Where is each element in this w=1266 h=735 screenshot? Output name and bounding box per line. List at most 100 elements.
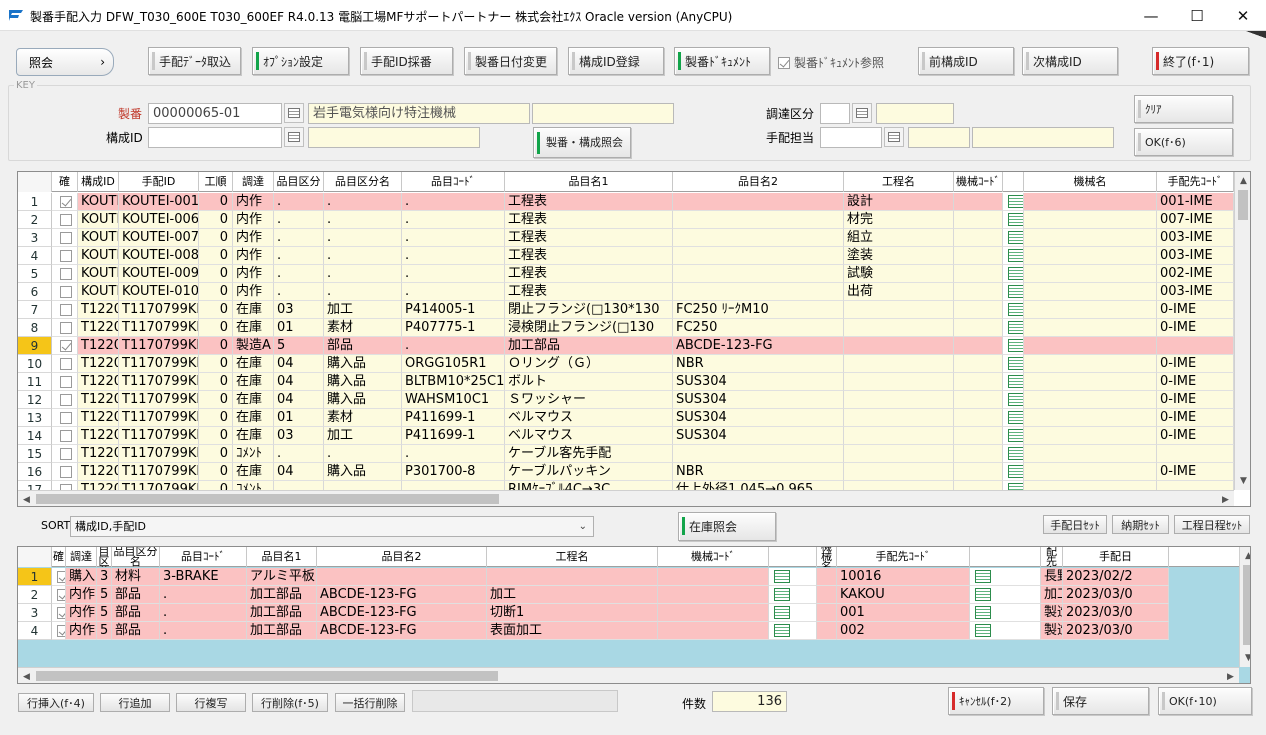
machine-lookup-icon[interactable] [1008,303,1023,316]
row-number[interactable]: 5 [18,265,52,283]
machine-lookup-icon[interactable] [1008,375,1023,388]
column-header[interactable]: 構成ID [78,172,119,192]
scroll2-down-icon[interactable]: ▼ [1240,649,1250,666]
row-number[interactable]: 3 [18,604,52,622]
scroll2-left-icon[interactable]: ◀ [18,668,35,683]
column-header[interactable]: 工程名 [844,172,954,192]
table-cell[interactable] [769,586,817,604]
table-cell[interactable] [52,445,78,463]
prev-structure-button[interactable]: 前構成ID [918,47,1014,75]
scroll-down-icon[interactable]: ▼ [1235,472,1250,489]
table-cell[interactable] [52,337,78,355]
machine-lookup-icon[interactable] [1008,447,1023,460]
table-cell[interactable] [52,391,78,409]
inquiry-button[interactable]: 照会 › [16,48,114,76]
row-checkbox[interactable] [57,571,65,583]
table-cell[interactable] [52,319,78,337]
row-number[interactable]: 10 [18,355,52,373]
table-cell[interactable] [970,568,1041,586]
grid2-horizontal-scrollbar[interactable]: ◀ ▶ [18,667,1239,683]
column-header[interactable]: 機械名 [817,547,837,567]
table-cell[interactable] [52,301,78,319]
table-cell[interactable] [1003,463,1024,481]
machine-lookup-icon[interactable] [774,588,790,601]
table-cell[interactable] [1003,265,1024,283]
scroll2-up-icon[interactable]: ▲ [1240,547,1250,564]
machine-lookup-icon[interactable] [1008,393,1023,406]
row-checkbox[interactable] [60,358,72,370]
table-cell[interactable] [52,229,78,247]
delete-row-button[interactable]: 行削除(f･5) [252,693,328,712]
row-number[interactable]: 13 [18,409,52,427]
column-header[interactable]: 手配日 [1063,547,1169,567]
table-cell[interactable] [52,355,78,373]
column-header[interactable] [1003,172,1024,192]
row-checkbox[interactable] [60,268,72,280]
options-button[interactable]: ｵﾌﾟｼｮﾝ設定 [252,47,349,75]
table-cell[interactable] [1003,373,1024,391]
column-header[interactable]: 機械名 [1024,172,1157,192]
table-cell[interactable] [52,463,78,481]
row-number[interactable]: 1 [18,193,52,211]
document-ref-checkbox[interactable]: 製番ﾄﾞｷｭﾒﾝﾄ参照 [778,54,884,71]
table-cell[interactable] [769,622,817,640]
row-checkbox[interactable] [60,430,72,442]
table-cell[interactable] [769,604,817,622]
seiban-picker-icon[interactable] [284,103,304,123]
table-cell[interactable] [52,409,78,427]
procurement-input[interactable] [820,103,850,124]
person-picker-icon[interactable] [884,127,904,147]
row-number[interactable]: 14 [18,427,52,445]
row-checkbox[interactable] [60,196,72,208]
hscroll-thumb[interactable] [36,494,499,504]
structure-input[interactable] [148,127,282,148]
column-header[interactable]: 品目名1 [247,547,317,567]
row-number[interactable]: 2 [18,586,52,604]
table-cell[interactable] [1003,409,1024,427]
machine-lookup-icon[interactable] [1008,321,1023,334]
machine-lookup-icon[interactable] [1008,267,1023,280]
next-structure-button[interactable]: 次構成ID [1022,47,1118,75]
row-checkbox[interactable] [60,322,72,334]
machine-lookup-icon[interactable] [1008,411,1023,424]
sort-select[interactable]: 構成ID,手配ID ⌄ [70,516,594,537]
column-header[interactable] [970,547,1041,567]
id-issue-button[interactable]: 手配ID採番 [360,47,453,75]
row-checkbox[interactable] [57,625,65,637]
copy-row-button[interactable]: 行複写 [176,693,246,712]
table-cell[interactable] [1003,391,1024,409]
column-header[interactable]: 品目名1 [505,172,673,192]
row-number[interactable]: 3 [18,229,52,247]
row-number[interactable]: 7 [18,301,52,319]
table-cell[interactable] [1003,355,1024,373]
row-number[interactable]: 1 [18,568,52,586]
bulk-delete-button[interactable]: 一括行削除 [335,693,405,712]
column-header[interactable]: 調達 [66,547,97,567]
row-checkbox[interactable] [60,340,72,352]
grid2-vertical-scrollbar[interactable]: ▲ ▼ [1239,547,1250,667]
delivery-set-button[interactable]: 納期ｾｯﾄ [1112,515,1169,534]
table-cell[interactable] [1003,445,1024,463]
row-number[interactable]: 15 [18,445,52,463]
machine-lookup-icon[interactable] [1008,357,1023,370]
scroll2-right-icon[interactable]: ▶ [1222,668,1239,683]
table-cell[interactable] [970,622,1041,640]
machine-lookup-icon[interactable] [774,624,790,637]
structure-picker-icon[interactable] [284,127,304,147]
row-number[interactable]: 8 [18,319,52,337]
column-header[interactable]: 品目ｺｰﾄﾞ [402,172,505,192]
add-row-button[interactable]: 行追加 [100,693,170,712]
row-number[interactable]: 4 [18,247,52,265]
machine-lookup-icon[interactable] [774,570,790,583]
stock-inquiry-button[interactable]: 在庫照会 [678,512,776,541]
row-checkbox[interactable] [60,304,72,316]
row-checkbox[interactable] [60,448,72,460]
scroll-thumb[interactable] [1238,190,1248,220]
column-header[interactable]: 手配ID [119,172,199,192]
table-cell[interactable] [970,604,1041,622]
column-header[interactable]: 工程名 [487,547,658,567]
machine-lookup-icon[interactable] [1008,195,1023,208]
machine-lookup-icon[interactable] [1008,231,1023,244]
supplier-lookup-icon[interactable] [975,588,991,601]
maximize-button[interactable]: ☐ [1174,0,1220,31]
